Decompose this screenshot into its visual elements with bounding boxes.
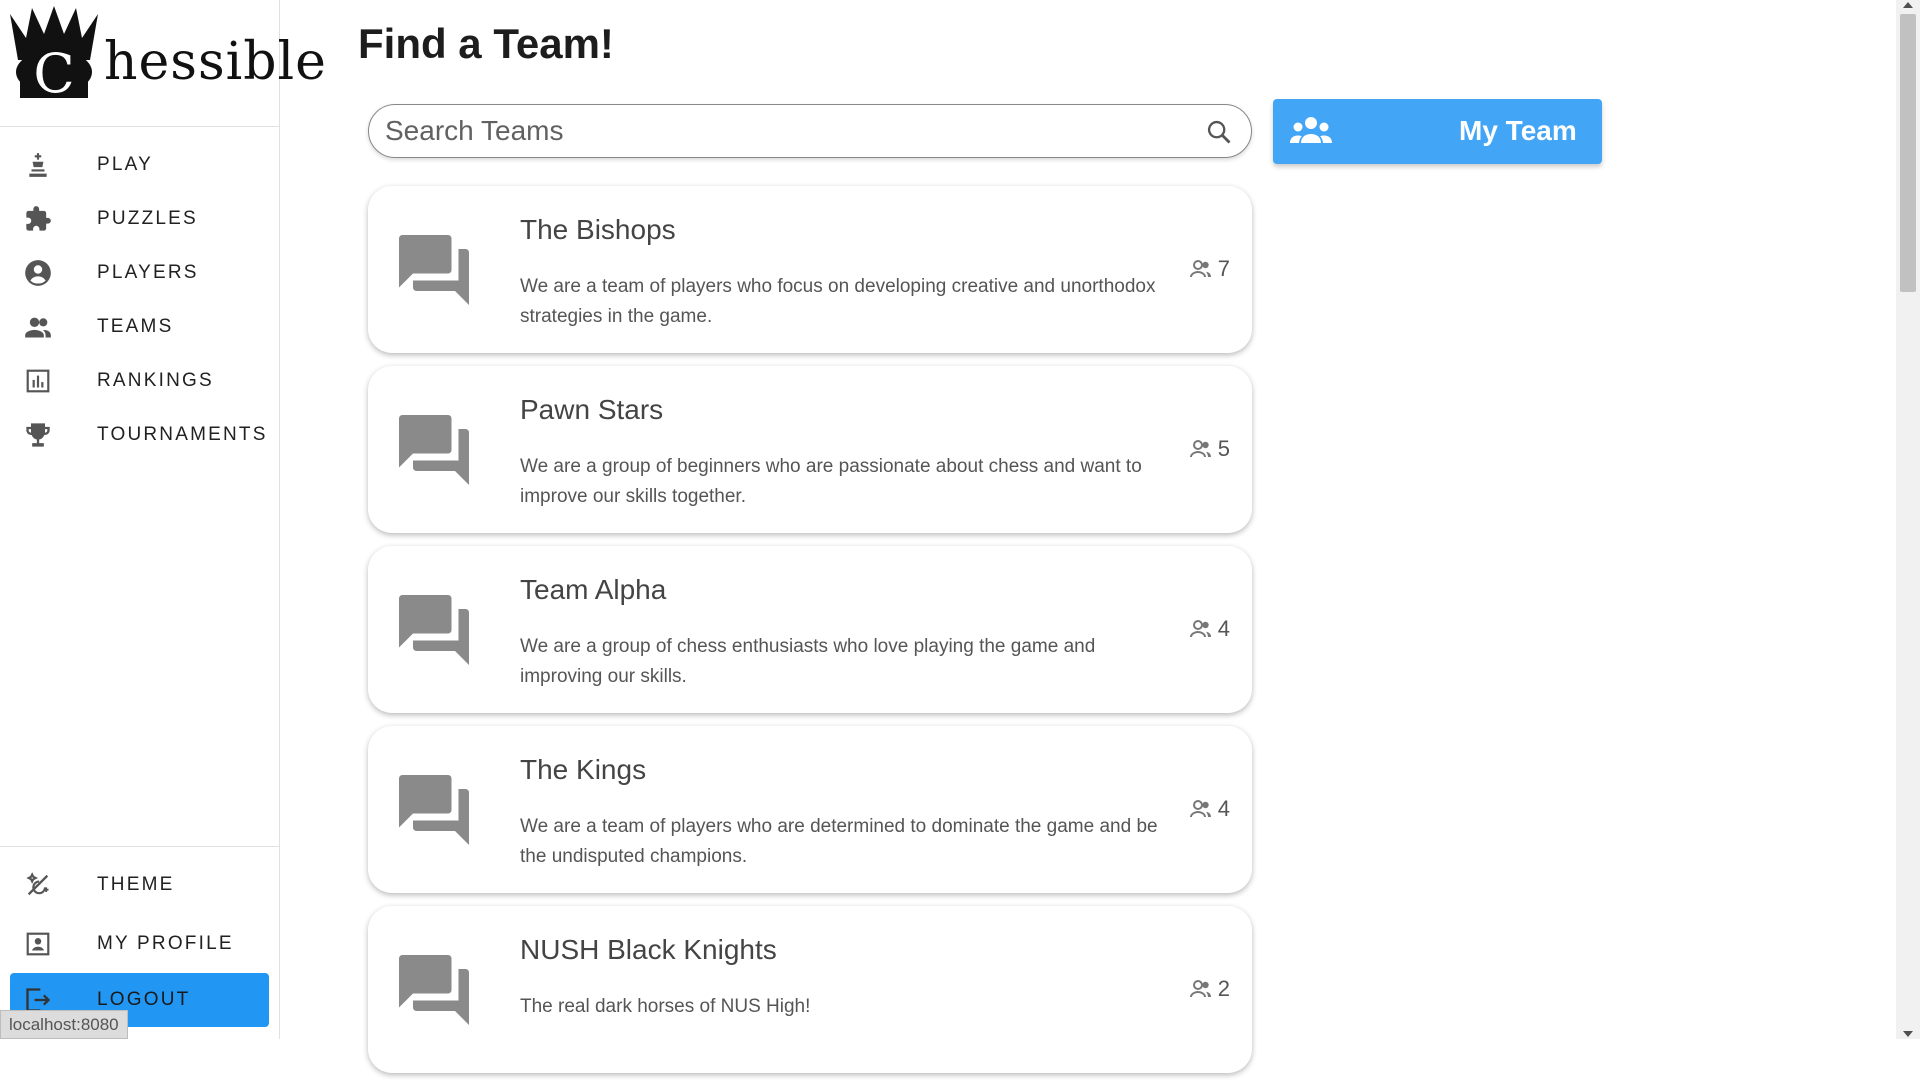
search-icon[interactable] (1205, 118, 1233, 146)
scrollbar-thumb[interactable] (1900, 14, 1916, 292)
member-count-value: 4 (1217, 616, 1230, 641)
people-icon (1189, 800, 1211, 818)
sidebar-nav: PLAY PUZZLES PLAYERS TEAMS RANKINGS TOUR… (0, 138, 279, 462)
sidebar-item-my-profile[interactable]: MY PROFILE (0, 914, 279, 973)
my-team-button[interactable]: My Team (1273, 99, 1602, 164)
bar-chart-icon (24, 367, 52, 395)
sidebar-item-label: PUZZLES (97, 208, 198, 229)
member-count-value: 7 (1217, 256, 1230, 281)
forum-icon (399, 775, 469, 845)
sidebar-item-rankings[interactable]: RANKINGS (0, 354, 279, 408)
team-card[interactable]: Team Alpha We are a group of chess enthu… (368, 546, 1252, 713)
forum-icon (399, 595, 469, 665)
chess-king-icon (24, 151, 52, 179)
sidebar-item-label: PLAYERS (97, 262, 199, 283)
theme-icon (24, 871, 52, 899)
people-icon (24, 313, 52, 341)
trophy-icon (24, 421, 52, 449)
member-count-value: 2 (1217, 976, 1230, 1001)
page-title: Find a Team! (358, 20, 614, 67)
sidebar-item-players[interactable]: PLAYERS (0, 246, 279, 300)
team-card[interactable]: NUSH Black Knights The real dark horses … (368, 906, 1252, 1073)
team-card[interactable]: The Kings We are a team of players who a… (368, 726, 1252, 893)
team-description: We are a team of players who focus on de… (520, 276, 1156, 327)
sidebar-item-tournaments[interactable]: TOURNAMENTS (0, 408, 279, 462)
status-url-tooltip: localhost:8080 (0, 1010, 128, 1039)
people-icon (1189, 260, 1211, 278)
forum-icon (399, 235, 469, 305)
groups-icon (1290, 117, 1332, 143)
sidebar-item-label: TOURNAMENTS (97, 424, 268, 445)
forum-icon (399, 415, 469, 485)
people-icon (1189, 620, 1211, 638)
team-description: We are a group of chess enthusiasts who … (520, 636, 1096, 687)
team-list: The Bishops We are a team of players who… (368, 186, 1252, 1086)
team-name: The Bishops (520, 214, 676, 245)
forum-icon (399, 955, 469, 1025)
scroll-up-arrow-icon[interactable] (1903, 2, 1913, 8)
sidebar-item-label: THEME (97, 873, 175, 895)
team-name: Team Alpha (520, 574, 667, 605)
logo-text: hessible (104, 32, 327, 92)
member-count: 5 (1186, 436, 1230, 462)
sidebar-item-teams[interactable]: TEAMS (0, 300, 279, 354)
sidebar-item-puzzles[interactable]: PUZZLES (0, 192, 279, 246)
my-team-button-label: My Team (1459, 115, 1577, 146)
sidebar-item-label: LOGOUT (97, 989, 191, 1010)
team-card[interactable]: The Bishops We are a team of players who… (368, 186, 1252, 353)
sidebar-item-play[interactable]: PLAY (0, 138, 279, 192)
sidebar-item-label: RANKINGS (97, 370, 214, 391)
member-count-value: 4 (1217, 796, 1230, 821)
scroll-down-arrow-icon[interactable] (1903, 1031, 1913, 1037)
people-icon (1189, 440, 1211, 458)
team-card[interactable]: Pawn Stars We are a group of beginners w… (368, 366, 1252, 533)
team-name: NUSH Black Knights (520, 934, 777, 965)
member-count: 4 (1186, 796, 1230, 822)
sidebar-divider (0, 126, 279, 127)
sidebar-item-label: TEAMS (97, 316, 174, 337)
sidebar-bottom-nav: THEME MY PROFILE LOGOUT (0, 855, 279, 1027)
member-count-value: 5 (1217, 436, 1230, 461)
profile-icon (24, 930, 52, 958)
sidebar-item-theme[interactable]: THEME (0, 855, 279, 914)
people-icon (1189, 980, 1211, 998)
sidebar-divider (0, 846, 279, 847)
team-description: The real dark horses of NUS High! (520, 996, 811, 1017)
team-description: We are a team of players who are determi… (520, 816, 1158, 867)
chessible-logo[interactable]: C hessible (4, 4, 326, 104)
member-count: 4 (1186, 616, 1230, 642)
team-name: Pawn Stars (520, 394, 664, 425)
sidebar-item-label: PLAY (97, 154, 153, 175)
crown-logo-icon: C (10, 6, 98, 102)
team-description: We are a group of beginners who are pass… (520, 456, 1142, 507)
team-name: The Kings (520, 754, 647, 785)
member-count: 7 (1186, 256, 1230, 282)
puzzle-icon (24, 205, 52, 233)
search-input[interactable] (385, 113, 1175, 149)
account-circle-icon (24, 259, 52, 287)
sidebar: C hessible PLAY PUZZLES PLAYERS TEAMS RA… (0, 0, 326, 1039)
svg-text:C: C (33, 42, 74, 102)
sidebar-item-label: MY PROFILE (97, 932, 234, 954)
page-scrollbar[interactable] (1896, 0, 1920, 1039)
search-bar (368, 104, 1252, 158)
member-count: 2 (1186, 976, 1230, 1002)
